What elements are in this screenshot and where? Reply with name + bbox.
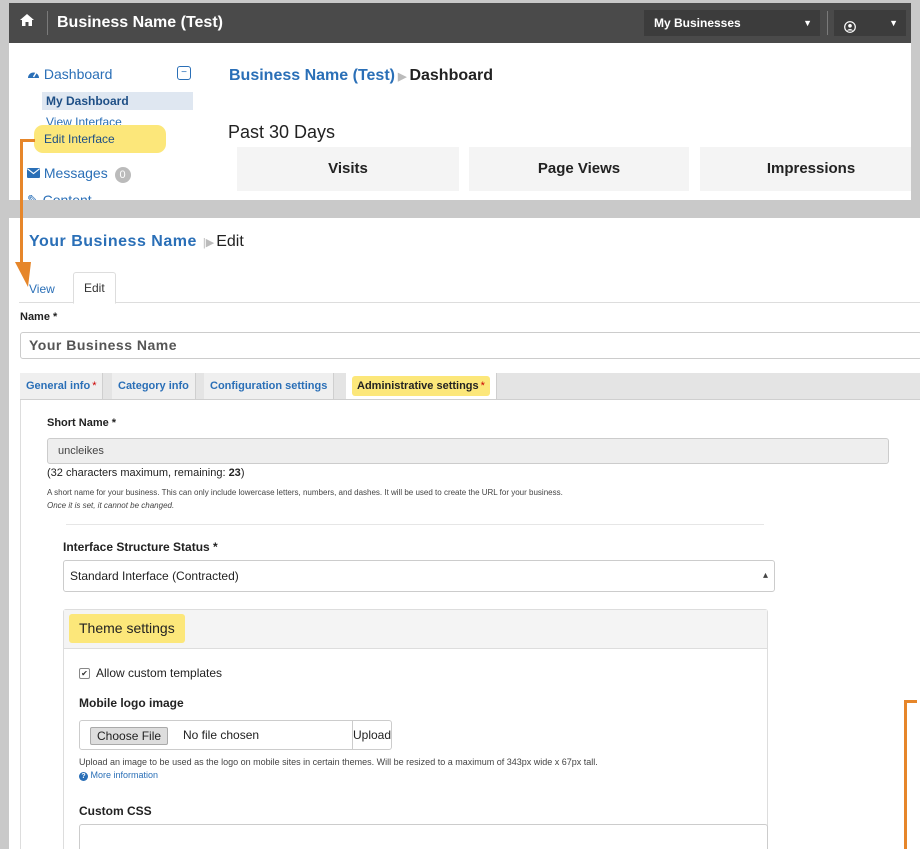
my-businesses-label: My Businesses	[654, 16, 741, 30]
short-name-label: Short Name *	[47, 417, 117, 429]
interface-status-select[interactable]: Standard Interface (Contracted) ▴	[63, 560, 775, 592]
stat-page-views: Page Views	[469, 147, 689, 191]
mobile-logo-upload-group: Choose File No file chosen Upload	[79, 720, 392, 750]
breadcrumb-business-link[interactable]: Your Business Name	[29, 233, 197, 250]
callout-arrow-head-icon	[15, 262, 31, 287]
brand-title[interactable]: Business Name (Test)	[57, 12, 223, 34]
sidebar-item-messages[interactable]: Messages 0	[27, 164, 131, 183]
tab-administrative-settings[interactable]: Administrative settings *	[346, 373, 497, 399]
mobile-logo-label: Mobile logo image	[79, 696, 184, 710]
dashboard-screenshot: Business Name (Test) My Businesses ▼ ▼ D…	[9, 3, 911, 200]
navbar-divider	[47, 11, 48, 35]
sidebar-item-label: Dashboard	[43, 66, 113, 82]
short-name-help: A short name for your business. This can…	[47, 488, 563, 510]
administrative-settings-panel: Short Name * uncleikes (32 characters ma…	[20, 400, 920, 849]
info-icon: ?	[79, 772, 88, 781]
breadcrumb-current: Edit	[216, 233, 244, 250]
callout-arrow-line	[20, 139, 23, 264]
stat-visits: Visits	[237, 147, 459, 191]
tab-edit[interactable]: Edit	[73, 272, 116, 304]
messages-count-badge: 0	[114, 167, 131, 183]
navbar-divider	[827, 11, 828, 35]
callout-arrow-line	[904, 700, 917, 703]
form-tabs: General info * Category info Configuratio…	[20, 373, 920, 400]
tab-category-info[interactable]: Category info	[112, 373, 196, 399]
sidebar-item-label: Content	[42, 192, 92, 200]
short-name-field: uncleikes	[47, 438, 889, 464]
breadcrumb: Your Business Name |▶ Edit	[29, 231, 244, 254]
minus-square-icon[interactable]: −	[177, 66, 191, 80]
my-businesses-dropdown[interactable]: My Businesses ▼	[644, 10, 820, 36]
allow-templates-checkbox[interactable]: ✔	[79, 668, 90, 680]
theme-settings-header: Theme settings	[64, 610, 767, 649]
file-status: No file chosen	[183, 728, 260, 742]
top-navbar: Business Name (Test) My Businesses ▼ ▼	[9, 3, 911, 43]
breadcrumb-current: Dashboard	[409, 67, 494, 84]
envelope-icon	[27, 165, 44, 181]
theme-settings-title: Theme settings	[69, 614, 185, 643]
upload-button[interactable]: Upload	[352, 721, 391, 749]
stat-impressions: Impressions	[700, 147, 911, 191]
more-information-link[interactable]: ? More information	[79, 769, 598, 782]
custom-css-textarea[interactable]	[79, 824, 768, 849]
theme-settings-panel: Theme settings ✔ Allow custom templates M…	[63, 609, 768, 849]
edit-icon: ✎	[27, 192, 39, 200]
tab-general-info[interactable]: General info *	[20, 373, 104, 399]
dashboard-icon	[27, 66, 44, 82]
interface-status-label: Interface Structure Status *	[63, 540, 218, 554]
chevron-down-icon: ▼	[803, 18, 812, 28]
chevron-down-icon: ▼	[889, 18, 898, 28]
character-limit-text: (32 characters maximum, remaining: 23)	[47, 467, 245, 479]
breadcrumb: Business Name (Test) ▶ Dashboard	[229, 66, 493, 87]
home-icon[interactable]	[17, 13, 37, 33]
allow-templates-row[interactable]: ✔ Allow custom templates	[79, 666, 222, 680]
user-menu-dropdown[interactable]: ▼	[834, 10, 906, 36]
sidebar-item-label: Messages	[43, 165, 108, 181]
remaining-count: 23	[228, 467, 241, 479]
upload-help: Upload an image to be used as the logo o…	[79, 757, 598, 782]
sidebar: Dashboard − My Dashboard View Interface …	[9, 43, 199, 200]
tab-configuration-settings[interactable]: Configuration settings	[204, 373, 335, 399]
edit-screenshot: Your Business Name |▶ Edit View Edit Name …	[9, 218, 920, 849]
sidebar-subitem-my-dashboard[interactable]: My Dashboard	[42, 92, 193, 110]
sidebar-item-content[interactable]: ✎ Content	[27, 191, 92, 200]
allow-templates-label: Allow custom templates	[96, 666, 223, 680]
custom-css-label: Custom CSS	[79, 804, 152, 818]
page-title: Past 30 Days	[228, 122, 336, 142]
callout-arrow-line	[904, 700, 907, 849]
sidebar-subitem-edit-interface[interactable]: Edit Interface	[34, 125, 166, 153]
dashboard-main: Business Name (Test) ▶ Dashboard Past 30 D…	[199, 43, 911, 200]
user-icon	[844, 16, 856, 42]
name-label: Name *	[20, 311, 58, 323]
breadcrumb-arrow-icon: ▶	[397, 71, 407, 83]
choose-file-button[interactable]: Choose File	[90, 727, 169, 745]
name-field[interactable]: Your Business Name	[20, 332, 920, 359]
select-arrows-icon: ▴	[762, 570, 768, 581]
section-divider	[66, 524, 764, 525]
sidebar-item-dashboard[interactable]: Dashboard	[27, 65, 112, 83]
breadcrumb-arrow-icon: |▶	[202, 237, 215, 249]
view-edit-tabs: View Edit	[19, 268, 920, 304]
breadcrumb-business-link[interactable]: Business Name (Test)	[229, 67, 395, 84]
